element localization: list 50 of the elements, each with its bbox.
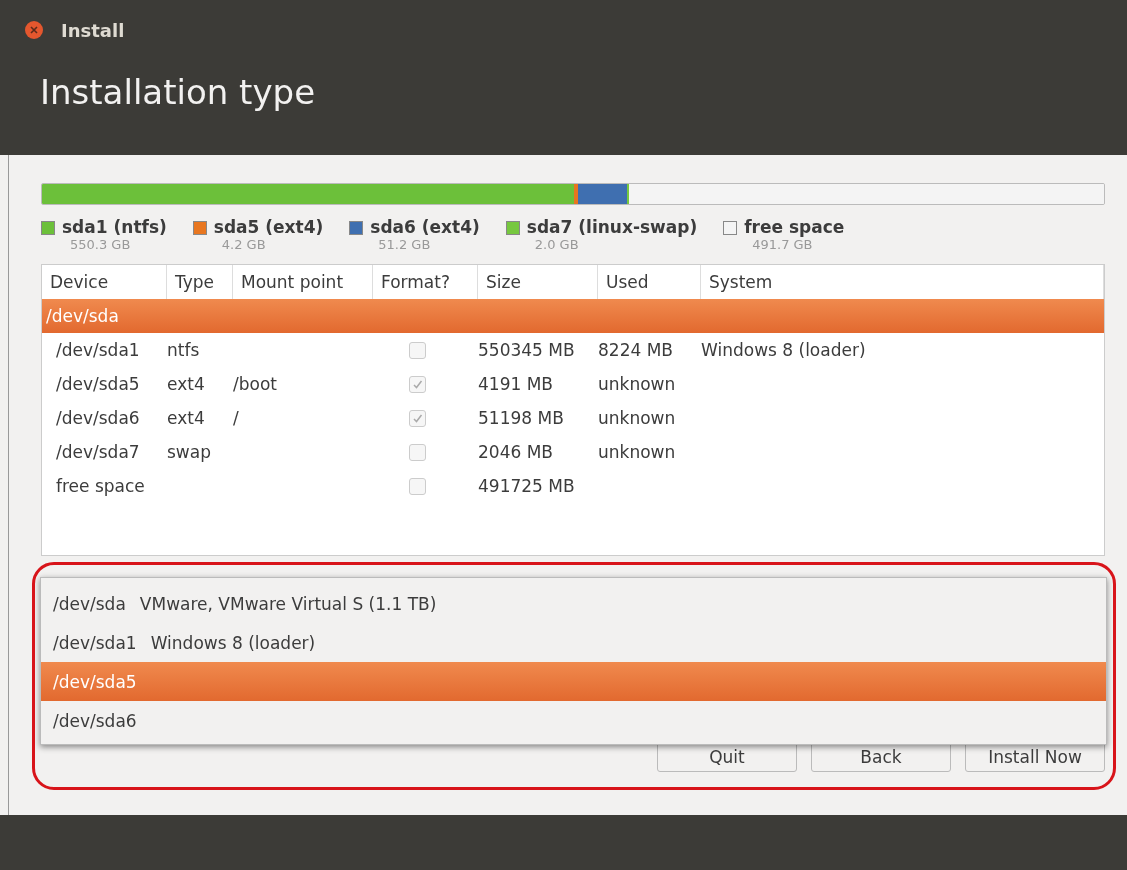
table-cell: unknown <box>598 408 676 428</box>
table-cell: swap <box>167 442 211 462</box>
table-cell: 491725 MB <box>478 476 575 496</box>
format-checkbox[interactable] <box>409 341 426 359</box>
table-cell-text: /dev/sda1 <box>55 340 141 360</box>
check-icon <box>412 412 423 424</box>
close-icon <box>30 26 38 34</box>
table-cell: 2046 MB <box>478 442 553 462</box>
partition-name: sda6 (ext4) <box>370 217 480 237</box>
partition-name: free space <box>744 217 845 237</box>
table-cell-text: /dev/sda6 <box>55 408 141 428</box>
table-cell: / <box>233 408 239 428</box>
partition-row[interactable]: /dev/sda7 swap 2046 MB unknown <box>42 435 1104 469</box>
close-button[interactable] <box>25 21 43 39</box>
partition-size: 4.2 GB <box>221 237 267 252</box>
format-checkbox[interactable] <box>409 443 426 461</box>
table-cell: 4191 MB <box>478 374 553 394</box>
format-checkbox[interactable] <box>409 375 426 393</box>
table-cell: 8224 MB <box>598 340 673 360</box>
table-cell-text: /dev/sda5 <box>55 374 141 394</box>
partition-row[interactable]: /dev/sda6 ext4 / 51198 MB unknown <box>42 401 1104 435</box>
table-cell-text: free space <box>55 476 146 496</box>
table-cell: ext4 <box>167 408 205 428</box>
format-checkbox[interactable] <box>409 477 426 495</box>
table-cell: 550345 MB <box>478 340 575 360</box>
partition-row[interactable]: /dev/sda5 ext4 /boot 4191 MB unknown <box>42 367 1104 401</box>
check-icon <box>412 378 423 390</box>
table-cell: 51198 MB <box>478 408 564 428</box>
menu-item[interactable]: /dev/sda1 Windows 8 (loader) <box>41 623 1106 662</box>
partition-name: sda1 (ntfs) <box>62 217 167 237</box>
partition-size: 51.2 GB <box>378 237 432 252</box>
table-cell: Windows 8 (loader) <box>701 340 866 360</box>
table-cell: unknown <box>598 442 676 462</box>
partition-size: 491.7 GB <box>752 237 814 252</box>
partition-name: sda7 (linux-swap) <box>526 217 698 237</box>
menu-item[interactable]: /dev/sda VMware, VMware Virtual S (1.1 TB) <box>41 584 1106 623</box>
partition-row[interactable]: free space 491725 MB <box>42 469 1104 503</box>
page-title: Installation type <box>40 72 316 112</box>
table-cell: /boot <box>233 374 277 394</box>
table-cell: unknown <box>598 374 676 394</box>
window-title: Install <box>61 19 125 41</box>
partition-size: 2.0 GB <box>534 237 580 252</box>
partition-size: 550.3 GB <box>70 237 132 252</box>
table-cell: ext4 <box>167 374 205 394</box>
menu-item[interactable]: /dev/sda6 <box>41 701 1106 740</box>
format-checkbox[interactable] <box>409 409 426 427</box>
table-cell-text: /dev/sda7 <box>55 442 141 462</box>
partition-name: sda5 (ext4) <box>213 217 324 237</box>
partition-row[interactable]: /dev/sda1 ntfs 550345 MB 8224 MB Windows 8 (loader) <box>42 333 1104 367</box>
table-cell: ntfs <box>167 340 200 360</box>
